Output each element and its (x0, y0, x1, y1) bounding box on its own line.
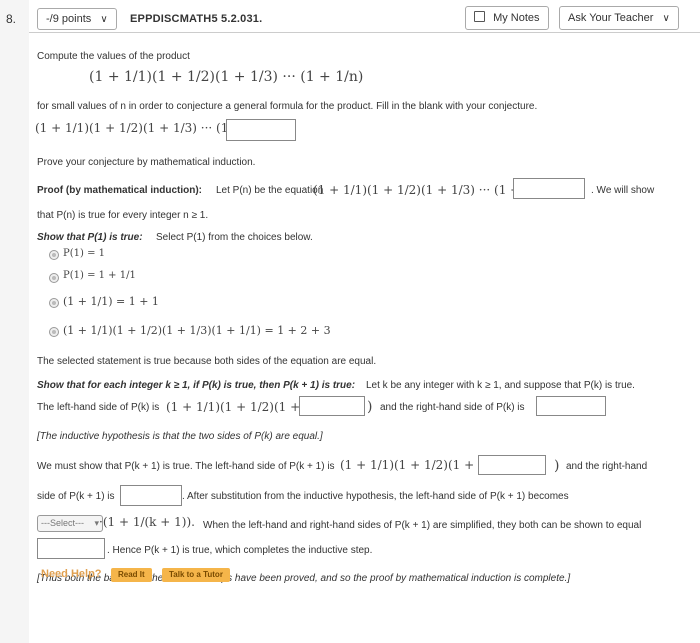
lhs-input[interactable] (299, 396, 365, 416)
after-sub-text: . After substitution from the inductive … (182, 491, 569, 502)
and-rhs-text: and the right-hand (566, 461, 648, 472)
chevron-down-icon: ∨ (100, 14, 108, 25)
product-expression: (1 + 1/1)(1 + 1/2)(1 + 1/3) ··· (1 + 1/n… (89, 69, 364, 85)
final-input[interactable] (37, 538, 105, 559)
question-code: EPPDISCMATH5 5.2.031. (130, 13, 263, 25)
compute-text: Compute the values of the product (37, 51, 190, 62)
my-notes-label: My Notes (493, 12, 540, 24)
chevron-down-icon: ∨ (662, 13, 670, 24)
show-label: Show that P(1) is true: (37, 232, 143, 243)
inductive-text: Let k be any integer with k ≥ 1, and sup… (366, 380, 635, 391)
that-text: that P(n) is true for every integer n ≥ … (37, 210, 209, 221)
rhs-k1-input[interactable] (120, 485, 182, 506)
inductive-label: Show that for each integer k ≥ 1, if P(k… (37, 380, 356, 391)
ask-teacher-button[interactable]: Ask Your Teacher ∨ (559, 6, 679, 30)
proof-text: Let P(n) be the equation (216, 185, 324, 196)
need-help-label: Need Help? (41, 568, 102, 580)
note-icon (474, 11, 485, 22)
choice-radio-2[interactable] (49, 273, 59, 283)
question-header: -/9 points ∨ EPPDISCMATH5 5.2.031. My No… (29, 0, 700, 33)
hypothesis-text: [The inductive hypothesis is that the tw… (37, 431, 323, 442)
choice-2: P(1) = 1 + 1/1 (63, 270, 136, 281)
question-panel: 8. -/9 points ∨ EPPDISCMATH5 5.2.031. My… (0, 0, 700, 643)
choice-4: (1 + 1/1)(1 + 1/2)(1 + 1/3)(1 + 1/1) = 1… (63, 324, 331, 337)
conjecture-input[interactable] (226, 119, 296, 141)
hence-text: . Hence P(k + 1) is true, which complete… (107, 545, 373, 556)
after-select-expression: ·(1 + 1/(k + 1)). (99, 515, 195, 529)
rhs-input[interactable] (536, 396, 606, 416)
proof-label: Proof (by mathematical induction): (37, 185, 203, 196)
choice-3: (1 + 1/1) = 1 + 1 (63, 295, 159, 308)
question-number: 8. (6, 12, 17, 26)
question-body: Compute the values of the product (1 + 1… (29, 33, 700, 643)
choice-1: P(1) = 1 (63, 248, 105, 259)
show-text: Select P(1) from the choices below. (156, 232, 313, 243)
talk-to-tutor-button[interactable]: Talk to a Tutor (162, 568, 230, 582)
close-paren: ) (367, 399, 373, 415)
side-of-text: side of P(k + 1) is (37, 491, 115, 502)
rhs-text: and the right-hand side of P(k) is (380, 402, 525, 413)
my-notes-button[interactable]: My Notes (465, 6, 549, 30)
we-will-show-text: . We will show (591, 185, 655, 196)
prove-text: Prove your conjecture by mathematical in… (37, 157, 256, 168)
small-values-text: for small values of n in order to conjec… (37, 101, 538, 112)
ask-teacher-label: Ask Your Teacher (568, 12, 654, 24)
choice-radio-1[interactable] (49, 250, 59, 260)
must-show-text: We must show that P(k + 1) is true. The … (37, 461, 335, 472)
lhs-text: The left-hand side of P(k) is (37, 402, 160, 413)
substitution-select[interactable]: ---Select--- ▾ (37, 515, 103, 532)
points-label: -/9 points (46, 13, 92, 25)
read-it-button[interactable]: Read It (111, 568, 152, 582)
close-paren: ) (554, 458, 560, 474)
select-placeholder: ---Select--- (41, 518, 84, 528)
selected-statement-text: The selected statement is true because b… (37, 356, 377, 367)
lhs-k1-input[interactable] (478, 455, 546, 475)
choice-radio-3[interactable] (49, 298, 59, 308)
points-dropdown[interactable]: -/9 points ∨ (37, 8, 117, 30)
question-number-column: 8. (0, 0, 30, 643)
proof-input[interactable] (513, 178, 585, 199)
when-text: When the left-hand and right-hand sides … (203, 520, 642, 531)
choice-radio-4[interactable] (49, 327, 59, 337)
